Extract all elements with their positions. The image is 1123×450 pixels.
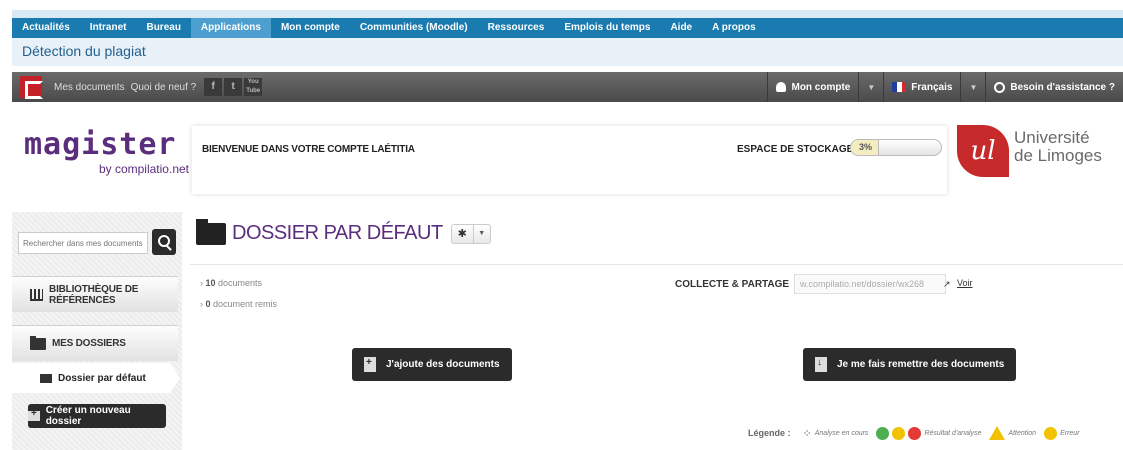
chevron-down-icon: ▼ <box>478 230 486 237</box>
university-mark-icon: ul <box>957 125 1009 177</box>
remitted-count-label: document remis <box>213 299 278 309</box>
search-field-wrap <box>18 232 148 254</box>
nav-item-apropos[interactable]: A propos <box>702 18 766 38</box>
nav-item-applications[interactable]: Applications <box>190 18 271 38</box>
compilatio-logo-icon[interactable] <box>20 76 43 99</box>
folder-icon <box>40 373 52 383</box>
folder-header: DOSSIER PAR DÉFAUT ✱ ▼ <box>196 218 491 245</box>
sidebar-item-default-folder[interactable]: Dossier par défaut <box>12 363 180 393</box>
share-url-field[interactable]: w.compilatio.net/dossier/wx268 <box>794 274 946 294</box>
legend-title: Légende : <box>748 428 791 438</box>
magister-logo[interactable]: magister by compilatio.net <box>24 130 189 180</box>
university-logo: ul Université de Limoges <box>957 125 1112 185</box>
nav-item-bureau[interactable]: Bureau <box>136 18 190 38</box>
warning-icon <box>989 426 1006 440</box>
lifebuoy-icon <box>994 81 1006 93</box>
nav-item-communities[interactable]: Communities (Moodle) <box>350 18 478 38</box>
download-document-icon <box>815 357 827 372</box>
library-icon <box>30 288 44 301</box>
external-link-icon: ↗ <box>943 279 951 289</box>
green-dot-icon <box>876 426 890 440</box>
toolbar-right: Mon compte ▼ Français ▼ Besoin d'assista… <box>767 72 1123 102</box>
documents-count[interactable]: › 10 documents <box>200 278 262 288</box>
nav-item-aide[interactable]: Aide <box>660 18 702 38</box>
legend: Légende : ⁘ Analyse en cours Résultat d'… <box>748 426 1080 440</box>
nav-item-intranet[interactable]: Intranet <box>80 18 137 38</box>
whats-new-link[interactable]: Quoi de neuf ? <box>131 82 197 93</box>
account-button[interactable]: Mon compte <box>767 72 858 102</box>
sidebar-item-library[interactable]: BIBLIOTHÈQUE DE RÉFÉRENCES <box>12 276 178 312</box>
default-folder-label: Dossier par défaut <box>58 372 146 384</box>
request-documents-button[interactable]: Je me fais remettre des documents <box>803 348 1017 381</box>
nav-item-mon-compte[interactable]: Mon compte <box>271 18 350 38</box>
nav-item-ressources[interactable]: Ressources <box>478 18 555 38</box>
nav-bar: Actualités Intranet Bureau Applications … <box>12 18 1123 38</box>
sidebar-item-my-folders[interactable]: MES DOSSIERS <box>12 325 178 361</box>
add-documents-label: J'ajoute des documents <box>386 359 500 370</box>
remitted-count-value: 0 <box>205 299 211 309</box>
nav-top-strip <box>12 10 1123 18</box>
legend-attention: Attention <box>1008 429 1037 437</box>
page-title: Détection du plagiat <box>22 43 146 59</box>
youtube-icon[interactable]: You Tube <box>244 78 263 96</box>
storage-progress-bar: 3% <box>850 139 942 156</box>
my-documents-link[interactable]: Mes documents <box>54 82 125 93</box>
add-document-icon <box>364 357 376 372</box>
brand-name: magister <box>24 127 177 162</box>
welcome-panel: BIENVENUE DANS VOTRE COMPTE LAÉTITIA ESP… <box>192 126 947 194</box>
help-button[interactable]: Besoin d'assistance ? <box>985 72 1123 102</box>
french-flag-icon <box>892 82 907 92</box>
welcome-text: BIENVENUE DANS VOTRE COMPTE LAÉTITIA <box>202 144 415 155</box>
university-name: Université de Limoges <box>1014 129 1102 165</box>
search-button[interactable] <box>152 229 176 255</box>
add-folder-icon <box>28 408 40 421</box>
gear-icon: ✱ <box>452 224 474 243</box>
folder-title: DOSSIER PAR DÉFAUT <box>232 222 443 244</box>
legend-in-progress: Analyse en cours <box>814 429 869 437</box>
nav-item-actualites[interactable]: Actualités <box>12 18 80 38</box>
red-dot-icon <box>908 426 922 440</box>
library-label: BIBLIOTHÈQUE DE RÉFÉRENCES <box>49 283 139 306</box>
storage-percent: 3% <box>859 142 873 152</box>
divider <box>190 264 1123 265</box>
collecte-label: COLLECTE & PARTAGE <box>675 279 790 290</box>
search-input[interactable] <box>19 233 147 253</box>
new-folder-label: Créer un nouveau dossier <box>45 405 131 427</box>
user-icon <box>776 82 787 92</box>
account-label: Mon compte <box>791 81 851 93</box>
brand-sub: by compilatio.net <box>98 162 189 176</box>
facebook-icon[interactable]: f <box>204 78 223 96</box>
doc-count-label: documents <box>218 278 263 288</box>
legend-result: Résultat d'analyse <box>924 429 982 437</box>
twitter-icon[interactable]: t <box>224 78 243 96</box>
folder-settings-dropdown[interactable]: ✱ ▼ <box>450 223 491 244</box>
help-label: Besoin d'assistance ? <box>1010 81 1115 93</box>
my-folders-label: MES DOSSIERS <box>52 338 126 349</box>
request-documents-label: Je me fais remettre des documents <box>837 359 1005 370</box>
storage-label: ESPACE DE STOCKAGE <box>737 144 854 155</box>
university-name-line2: de Limoges <box>1014 146 1102 165</box>
legend-error: Erreur <box>1060 429 1080 437</box>
new-folder-button[interactable]: Créer un nouveau dossier <box>28 404 166 428</box>
page-title-row: Détection du plagiat <box>12 38 1123 66</box>
error-icon <box>1044 426 1058 440</box>
add-documents-button[interactable]: J'ajoute des documents <box>352 348 512 381</box>
app-toolbar: Mes documents Quoi de neuf ? f t You Tub… <box>12 72 1123 102</box>
folder-icon <box>196 218 226 245</box>
language-dropdown-caret[interactable]: ▼ <box>960 72 985 102</box>
top-navigation: Actualités Intranet Bureau Applications … <box>0 0 1123 41</box>
university-name-line1: Université <box>1014 128 1090 147</box>
account-dropdown-caret[interactable]: ▼ <box>858 72 883 102</box>
language-label: Français <box>911 81 953 93</box>
remitted-count[interactable]: › 0 document remis <box>200 299 277 309</box>
social-links: f t You Tube <box>204 78 263 96</box>
folder-icon <box>30 335 46 350</box>
language-button[interactable]: Français <box>883 72 960 102</box>
voir-link[interactable]: Voir <box>957 278 973 288</box>
nav-item-emplois[interactable]: Emplois du temps <box>554 18 660 38</box>
spinner-icon: ⁘ <box>802 427 812 440</box>
doc-count-value: 10 <box>205 278 216 288</box>
yellow-dot-icon <box>892 426 906 440</box>
